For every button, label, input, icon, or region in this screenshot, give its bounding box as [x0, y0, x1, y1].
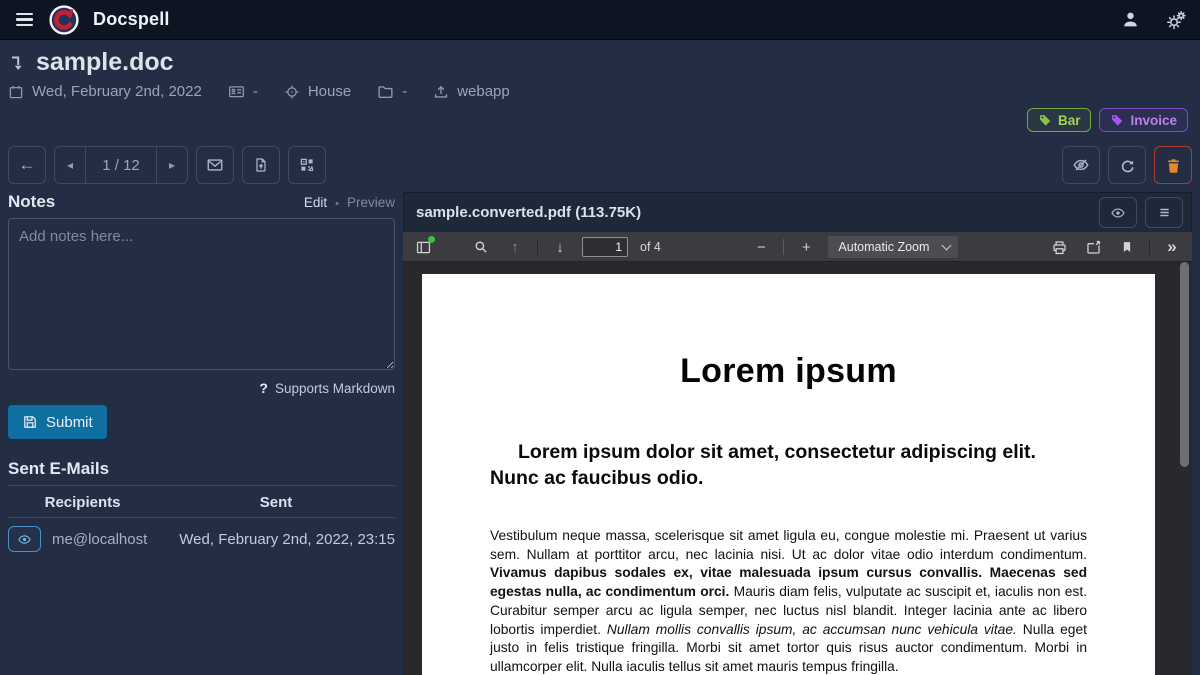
- next-page-button[interactable]: ↓: [548, 235, 572, 259]
- eye-icon: [1110, 205, 1126, 221]
- add-file-button[interactable]: [242, 146, 280, 184]
- tag-invoice[interactable]: Invoice: [1099, 108, 1188, 132]
- envelope-icon: [206, 156, 224, 174]
- upload-icon: [433, 84, 449, 100]
- status-badge: [428, 236, 435, 243]
- save-icon: [22, 414, 38, 430]
- sidebar-toggle-button[interactable]: [411, 235, 435, 259]
- pdf-document-subtitle: Lorem ipsum dolor sit amet, consectetur …: [490, 439, 1087, 491]
- redo-icon: [1119, 157, 1136, 174]
- page-count-label: of 4: [640, 240, 661, 254]
- bars-icon: [1157, 205, 1172, 220]
- item-position-label: 1 / 12: [85, 147, 157, 183]
- tag-icon: [1038, 113, 1052, 127]
- pdf-document-title: Lorem ipsum: [490, 352, 1087, 391]
- zoom-select-value: Automatic Zoom: [838, 240, 929, 254]
- document-title: sample.doc: [36, 48, 174, 77]
- item-pager: ◂ 1 / 12 ▸: [54, 146, 188, 184]
- menu-bars-icon[interactable]: [14, 9, 35, 30]
- send-mail-button[interactable]: [196, 146, 234, 184]
- column-sent: Sent: [157, 488, 395, 518]
- docspell-logo-icon: [49, 5, 79, 35]
- notes-edit-link[interactable]: Edit: [304, 195, 327, 210]
- qrcode-button[interactable]: [288, 146, 326, 184]
- viewer-scrollbar[interactable]: [1180, 262, 1189, 467]
- search-icon: [473, 239, 489, 255]
- eye-icon: [17, 532, 32, 547]
- back-button[interactable]: ←: [8, 146, 46, 184]
- unconfirm-button[interactable]: [1062, 146, 1100, 184]
- gears-icon[interactable]: [1166, 10, 1186, 30]
- folder-icon: [377, 83, 394, 100]
- item-concerning[interactable]: House: [308, 83, 351, 100]
- mail-recipient: me@localhost: [52, 518, 157, 561]
- attachment-view-button[interactable]: [1099, 197, 1137, 228]
- previous-page-button[interactable]: ↑: [503, 235, 527, 259]
- notes-preview-link[interactable]: Preview: [347, 195, 395, 210]
- sent-emails-table: Recipients Sent: [8, 488, 395, 560]
- page-number-input[interactable]: [582, 237, 628, 257]
- top-navbar: Docspell: [0, 0, 1200, 40]
- table-row: me@localhost Wed, February 2nd, 2022, 23…: [8, 518, 395, 561]
- eye-slash-icon: [1072, 156, 1090, 174]
- trash-icon: [1165, 157, 1182, 174]
- zoom-out-button[interactable]: −: [749, 235, 773, 259]
- item-source[interactable]: webapp: [457, 83, 510, 100]
- attachment-filename: sample.converted.pdf (113.75K): [416, 204, 641, 221]
- find-button[interactable]: [469, 235, 493, 259]
- preview-panel: sample.converted.pdf (113.75K): [403, 192, 1192, 675]
- qrcode-icon: [299, 157, 315, 173]
- printer-icon: [1051, 239, 1068, 256]
- reprocess-button[interactable]: [1108, 146, 1146, 184]
- tag-icon: [1110, 113, 1124, 127]
- column-recipients: Recipients: [8, 488, 157, 518]
- notes-textarea[interactable]: [8, 218, 395, 370]
- app-title: Docspell: [93, 9, 170, 30]
- download-button[interactable]: [1081, 235, 1105, 259]
- tags-row: Bar Invoice: [8, 108, 1192, 132]
- arrow-down-icon: [8, 53, 28, 73]
- pdf-viewer[interactable]: Lorem ipsum Lorem ipsum dolor sit amet, …: [403, 262, 1192, 675]
- tag-bar[interactable]: Bar: [1027, 108, 1092, 132]
- question-icon: ?: [259, 380, 268, 396]
- notes-panel: Notes Edit • Preview ? Supports Markdown…: [8, 192, 395, 675]
- document-header: sample.doc Wed, February 2nd, 2022 -: [0, 40, 1200, 132]
- zoom-in-button[interactable]: +: [794, 235, 818, 259]
- item-date[interactable]: Wed, February 2nd, 2022: [32, 83, 202, 100]
- print-button[interactable]: [1047, 235, 1071, 259]
- calendar-icon: [8, 84, 24, 100]
- file-upload-icon: [253, 157, 269, 173]
- submit-notes-button[interactable]: Submit: [8, 405, 107, 439]
- back-arrow-icon: ←: [19, 155, 36, 175]
- pdfjs-toolbar: ↑ ↓ of 4 − + Automatic Zoom: [403, 232, 1192, 262]
- next-item-button[interactable]: ▸: [157, 147, 187, 183]
- download-icon: [1085, 239, 1102, 256]
- id-card-icon: [228, 83, 245, 100]
- chevron-down-icon: [942, 240, 952, 250]
- crosshair-icon: [284, 84, 300, 100]
- notes-heading: Notes: [8, 192, 55, 212]
- markdown-hint-link[interactable]: ? Supports Markdown: [8, 380, 395, 396]
- zoom-select[interactable]: Automatic Zoom: [828, 236, 958, 258]
- sent-emails-heading: Sent E-Mails: [8, 459, 395, 486]
- bookmark-icon: [1120, 240, 1134, 254]
- user-icon[interactable]: [1121, 10, 1140, 29]
- delete-button[interactable]: [1154, 146, 1192, 184]
- mail-sent-date: Wed, February 2nd, 2022, 23:15: [157, 518, 395, 561]
- content: Notes Edit • Preview ? Supports Markdown…: [0, 192, 1200, 675]
- pdf-document-body: Vestibulum neque massa, scelerisque sit …: [490, 527, 1087, 675]
- bookmark-button[interactable]: [1115, 235, 1139, 259]
- attachment-menu-button[interactable]: [1145, 197, 1183, 228]
- item-folder[interactable]: -: [402, 83, 407, 100]
- more-tools-button[interactable]: »: [1160, 235, 1184, 259]
- pdf-page: Lorem ipsum Lorem ipsum dolor sit amet, …: [422, 274, 1155, 675]
- item-correspondent[interactable]: -: [253, 83, 258, 100]
- prev-item-button[interactable]: ◂: [55, 147, 85, 183]
- dot-separator: •: [335, 198, 339, 210]
- app-root: Docspell: [0, 0, 1200, 675]
- view-mail-button[interactable]: [8, 526, 41, 552]
- item-toolbar: ← ◂ 1 / 12 ▸: [0, 146, 1200, 184]
